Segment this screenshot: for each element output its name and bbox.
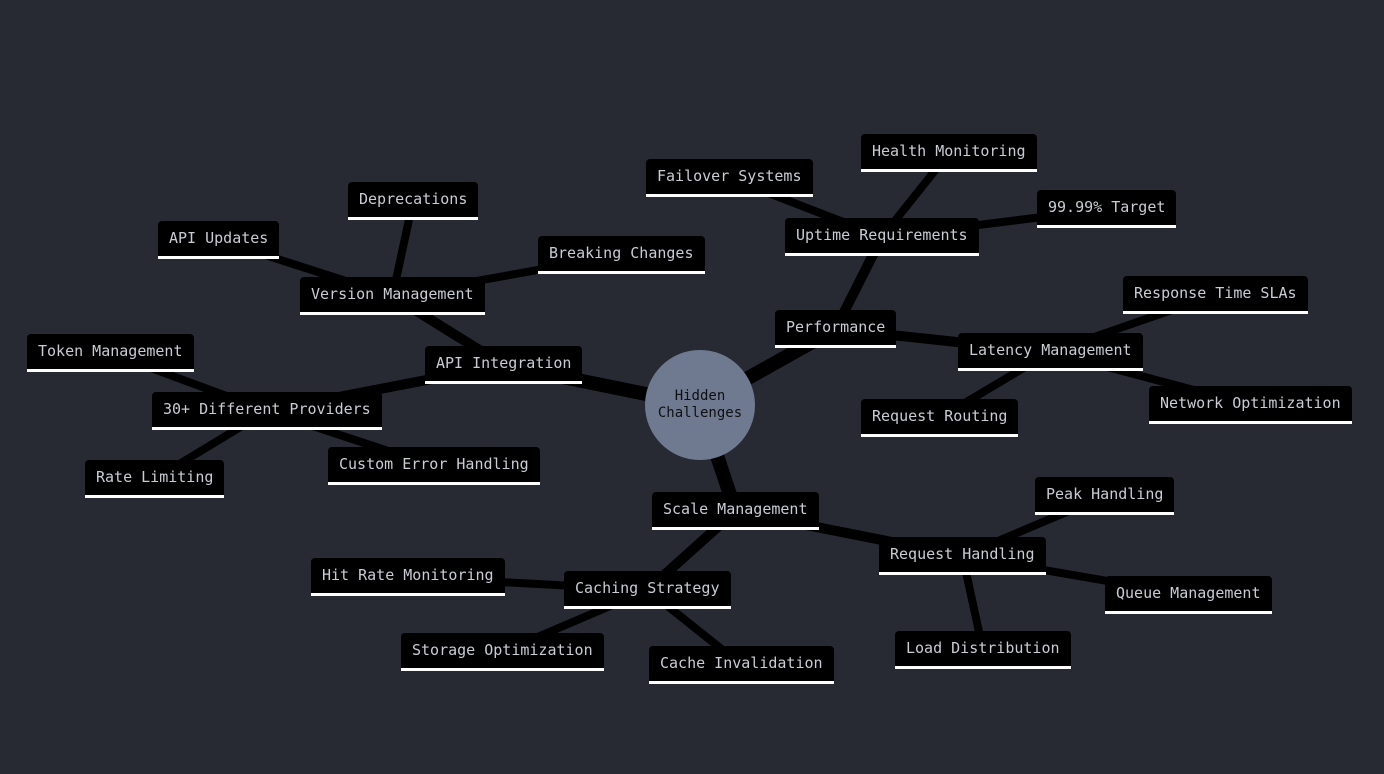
node-load-distribution[interactable]: Load Distribution bbox=[895, 631, 1071, 669]
node-breaking-changes[interactable]: Breaking Changes bbox=[538, 236, 705, 274]
node-token-management[interactable]: Token Management bbox=[27, 334, 194, 372]
node-health-monitoring[interactable]: Health Monitoring bbox=[861, 134, 1037, 172]
root-node-hidden-challenges[interactable]: Hidden Challenges bbox=[645, 350, 755, 460]
node-version-management[interactable]: Version Management bbox=[300, 277, 485, 315]
node-scale-management[interactable]: Scale Management bbox=[652, 492, 819, 530]
node-api-updates[interactable]: API Updates bbox=[158, 221, 280, 259]
node-caching-strategy[interactable]: Caching Strategy bbox=[564, 571, 731, 609]
node-queue-management[interactable]: Queue Management bbox=[1105, 576, 1272, 614]
node-failover-systems[interactable]: Failover Systems bbox=[646, 159, 813, 197]
node-latency-management[interactable]: Latency Management bbox=[958, 333, 1143, 371]
node-request-routing[interactable]: Request Routing bbox=[861, 399, 1019, 437]
node-response-time-slas[interactable]: Response Time SLAs bbox=[1123, 276, 1308, 314]
node-peak-handling[interactable]: Peak Handling bbox=[1035, 477, 1175, 515]
mindmap-canvas: Hidden Challenges API Integration Versio… bbox=[0, 0, 1384, 774]
node-custom-error-handling[interactable]: Custom Error Handling bbox=[328, 447, 540, 485]
node-uptime-requirements[interactable]: Uptime Requirements bbox=[785, 218, 979, 256]
node-request-handling[interactable]: Request Handling bbox=[879, 537, 1046, 575]
node-network-optimization[interactable]: Network Optimization bbox=[1149, 386, 1352, 424]
node-api-integration[interactable]: API Integration bbox=[425, 346, 583, 384]
node-hit-rate-monitoring[interactable]: Hit Rate Monitoring bbox=[311, 558, 505, 596]
node-rate-limiting[interactable]: Rate Limiting bbox=[85, 460, 225, 498]
node-performance[interactable]: Performance bbox=[775, 310, 897, 348]
node-deprecations[interactable]: Deprecations bbox=[348, 182, 479, 220]
node-uptime-target[interactable]: 99.99% Target bbox=[1037, 190, 1177, 228]
node-storage-optimization[interactable]: Storage Optimization bbox=[401, 633, 604, 671]
node-cache-invalidation[interactable]: Cache Invalidation bbox=[649, 646, 834, 684]
node-30-plus-providers[interactable]: 30+ Different Providers bbox=[152, 392, 382, 430]
